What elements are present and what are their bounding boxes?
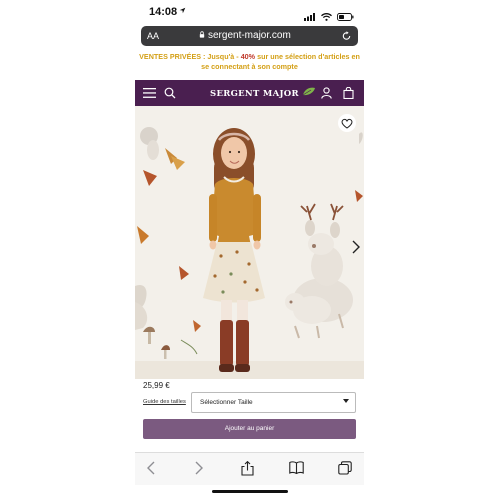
browser-toolbar [135, 452, 364, 485]
shopping-bag-icon[interactable] [343, 86, 354, 104]
account-icon[interactable] [321, 86, 332, 104]
menu-icon[interactable] [143, 86, 156, 104]
product-image[interactable] [135, 106, 364, 379]
status-bar: 14:08 [135, 0, 364, 24]
product-price: 25,99 € [143, 381, 170, 390]
share-icon[interactable] [241, 460, 254, 481]
add-to-cart-button[interactable]: Ajouter au panier [143, 419, 356, 439]
lock-icon [199, 30, 205, 41]
signal-icon [304, 8, 316, 26]
size-guide-link[interactable]: Guide des tailles [143, 399, 186, 405]
wifi-icon [321, 8, 332, 26]
size-select-label: Sélectionner Taille [200, 399, 253, 406]
logo-text: SERGENT MAJOR [210, 89, 299, 99]
reload-icon[interactable] [341, 29, 352, 47]
home-indicator [212, 490, 288, 493]
search-icon[interactable] [164, 86, 176, 104]
back-icon[interactable] [147, 461, 155, 480]
bookmarks-icon[interactable] [289, 461, 304, 479]
logo-leaf-icon [302, 87, 316, 99]
text-size-button[interactable]: AA [147, 31, 159, 41]
promo-text-1: VENTES PRIVÉES : Jusqu'à - [139, 52, 241, 61]
product-photo-illustration [135, 106, 364, 379]
location-arrow-icon [179, 6, 186, 16]
status-time: 14:08 [149, 6, 178, 18]
promo-banner[interactable]: VENTES PRIVÉES : Jusqu'à - 40% sur une s… [135, 52, 364, 80]
site-header: SERGENT MAJOR [135, 80, 364, 106]
address-bar[interactable]: AA sergent-major.com [141, 26, 358, 46]
battery-icon [337, 8, 354, 26]
phone-screen: 14:08 AA sergent-major.com VENTES PRIVÉE… [135, 0, 364, 499]
promo-percent: 40% [240, 52, 256, 61]
chevron-down-icon [343, 399, 349, 403]
favorite-heart-icon[interactable] [338, 114, 356, 132]
tabs-icon[interactable] [338, 461, 352, 480]
logo[interactable]: SERGENT MAJOR [210, 87, 316, 99]
next-image-arrow-icon[interactable] [352, 240, 360, 259]
forward-icon[interactable] [195, 461, 203, 480]
url-text: sergent-major.com [208, 30, 291, 41]
url-display[interactable]: sergent-major.com [199, 30, 291, 41]
status-icons [304, 8, 354, 26]
size-select[interactable]: Sélectionner Taille [191, 392, 356, 413]
